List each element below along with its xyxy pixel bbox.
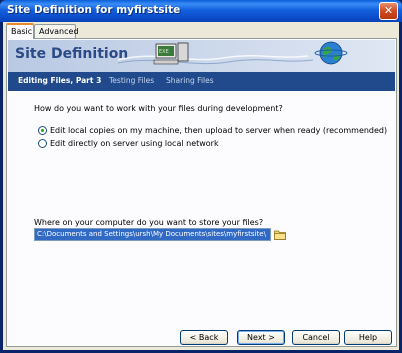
close-icon: ✕ — [383, 4, 394, 17]
tab-basic[interactable]: Basic — [6, 23, 34, 39]
option-edit-server-label[interactable]: Edit directly on server using local netw… — [50, 139, 219, 148]
wizard-steps: Editing Files, Part 3 Testing Files Shar… — [8, 72, 395, 91]
work-mode-question: How do you want to work with your files … — [34, 104, 283, 113]
dialog-window: Site Definition for myfirstsite ✕ Basic … — [0, 0, 402, 353]
step-testing-files: Testing Files — [109, 76, 155, 85]
step-sharing-files: Sharing Files — [166, 76, 214, 85]
banner-graphic: EXE — [117, 41, 348, 65]
back-button[interactable]: < Back — [180, 330, 228, 345]
help-button[interactable]: Help — [344, 330, 392, 345]
option-edit-local-label[interactable]: Edit local copies on my machine, then up… — [50, 126, 387, 135]
storage-path-label: Where on your computer do you want to st… — [34, 218, 264, 227]
window-title: Site Definition for myfirstsite — [7, 4, 181, 16]
option-edit-server[interactable]: Edit directly on server using local netw… — [38, 139, 219, 148]
tab-advanced[interactable]: Advanced — [34, 24, 79, 38]
step-editing-files: Editing Files, Part 3 — [18, 76, 102, 85]
next-button[interactable]: Next > — [237, 330, 285, 345]
dialog-body: Basic Advanced Site Definition EXE Editi… — [3, 22, 399, 350]
computer-icon: EXE — [153, 42, 189, 65]
svg-text:EXE: EXE — [159, 49, 169, 55]
option-edit-local[interactable]: Edit local copies on my machine, then up… — [38, 126, 387, 135]
folder-icon[interactable] — [274, 229, 286, 240]
globe-icon — [314, 41, 348, 65]
radio-edit-local[interactable] — [38, 126, 47, 135]
title-bar[interactable]: Site Definition for myfirstsite ✕ — [0, 0, 402, 22]
tab-panel-basic: Site Definition EXE Editing Files, Part … — [6, 38, 397, 347]
close-button[interactable]: ✕ — [379, 2, 398, 20]
wizard-banner: Site Definition EXE — [8, 40, 395, 72]
cancel-button[interactable]: Cancel — [292, 330, 340, 345]
storage-path-field[interactable]: C:\Documents and Settings\ursh\My Docume… — [34, 228, 271, 241]
radio-edit-server[interactable] — [38, 139, 47, 148]
